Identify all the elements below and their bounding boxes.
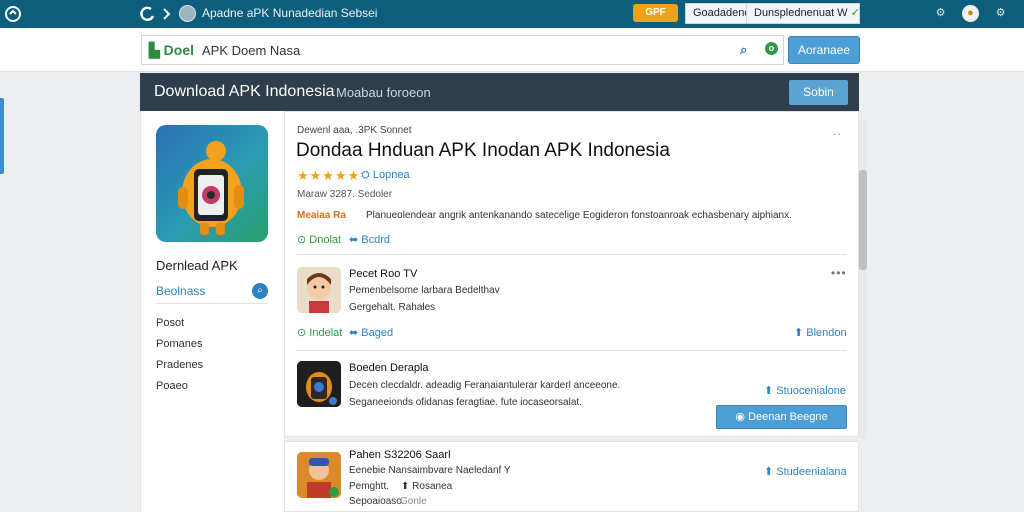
main-title: Dondaa Hnduan APK Inodan APK Indonesia [296,140,670,161]
install-link-label: Indelat [309,327,343,339]
divider [296,254,846,255]
list-item-link[interactable]: Gergehalt. Rahales [349,302,435,313]
status-badge[interactable]: GPF [633,4,678,22]
download-link[interactable]: ⊙ Dnolat [297,233,341,246]
rating-link-label: Lopnea [372,169,410,181]
more-options-icon[interactable]: .. [833,124,842,138]
page-title: Download APK Indonesia [154,83,335,100]
logo-mark-icon: ▙ [149,42,160,58]
list-item-link[interactable]: ⬆ Rosanea [401,481,452,492]
app-icon-image[interactable] [156,125,268,242]
download-circle-icon: ◉ [735,411,746,423]
install-link[interactable]: ⊙ Indelat [297,326,342,339]
link-arrow-icon: ⬆ [401,481,410,492]
download-icon: ⊙ [297,234,307,246]
list-item-thumbnail[interactable] [297,361,341,407]
forward-icon[interactable] [157,5,175,23]
list-item-meta: Gonle [400,496,427,507]
options-icon[interactable]: ⚙ [992,5,1009,22]
download-button[interactable]: ◉ Deenan Beegne [716,405,847,429]
description-text: Planueolendear angrik antenkanando satec… [366,210,792,221]
back-icon[interactable] [139,5,157,23]
share-link[interactable]: ⬌ Baged [349,326,393,339]
divider [296,350,846,351]
list-item-thumbnail[interactable] [297,267,341,313]
list-item-title: Pecet Roo TV [349,268,418,280]
download-link-label: Studeenialana [776,466,847,478]
check-icon: ✓ [850,7,860,19]
sidebar-item-1[interactable]: Posot [156,317,184,329]
list-item-text: Pemenbelsome larbara Bedelthav [349,285,500,296]
site-logo[interactable]: ▙ Doel [149,42,194,59]
page-subtitle: Moabau foroeon [336,85,431,100]
rating-stars: ★★★★★ [297,168,361,183]
header-button[interactable]: Sobin [789,80,848,105]
share-icon: ⬌ [349,327,359,339]
app-meta: Maraw 3287. Sedoler [297,189,393,200]
site-avatar [179,5,196,22]
download-link-label: Dnolat [309,234,342,246]
download-link-label: Stuocenialone [776,385,847,397]
sidebar-search-icon[interactable]: ⌕ [252,283,268,299]
sidebar-title: Dernlead APK [156,258,238,273]
list-item-thumbnail[interactable] [297,452,341,498]
search-icon[interactable]: ⌕ [740,42,747,58]
sidebar-item-4[interactable]: Poaeo [156,380,188,392]
download-link-label: Blendon [806,327,847,339]
rating-link[interactable]: ⛭ Lopnea [361,169,410,182]
description-tag: Meaiaa Ra [297,210,346,221]
download-arrow-icon: ⬆ [764,385,774,397]
share-icon: ⬌ [349,234,359,246]
list-item-text: Decen clecdaldr. adeadig Feranaiantulera… [349,380,621,391]
download-link[interactable]: ⬆ Stuocenialone [764,384,846,397]
list-item-text: Sepoaioaso [349,496,402,507]
download-link[interactable]: ⬆ Studeenialana [764,465,847,478]
side-scroll-marker[interactable] [0,98,4,174]
scrollbar-thumb[interactable] [859,170,867,270]
settings-icon[interactable]: ⚙ [932,5,949,22]
list-item-text: Seganeeionds ofidanas feragtiae. fute io… [349,397,582,408]
sidebar-divider [156,303,268,304]
list-item-link-label: Rosanea [412,481,453,492]
download-link[interactable]: ⬆ Blendon [794,326,847,339]
download-arrow-icon: ⬆ [764,466,774,478]
search-input[interactable] [196,38,726,62]
more-options-icon[interactable]: ••• [831,266,847,280]
search-submit-button[interactable]: Aoranaee [788,36,860,64]
list-item-title: Pahen S32206 Saarl [349,449,451,461]
scrollbar-track[interactable] [859,120,867,438]
voice-search-icon[interactable]: o [765,42,778,55]
share-link-label: Baged [361,327,394,339]
brand-name: Doel [163,42,195,58]
topbar-button-2-label: Dunsplednenuat W [754,7,848,19]
breadcrumb: Dewenl aaa, .3PK Sonnet [297,125,412,136]
app-menu-icon[interactable] [4,5,22,23]
topbar-button-2[interactable]: Dunsplednenuat W ✓ [746,3,860,24]
download-button-label: Deenan Beegne [748,411,828,423]
list-item-text: Pemghtt. [349,481,390,492]
download-icon: ⊙ [297,327,307,339]
info-icon: ⛭ [361,169,370,181]
account-icon[interactable]: ● [962,5,979,22]
list-item-title: Boeden Derapla [349,362,429,374]
sidebar-item-2[interactable]: Pomanes [156,338,202,350]
share-link[interactable]: ⬌ Bcdrd [349,233,390,246]
share-link-label: Bcdrd [361,234,391,246]
download-arrow-icon: ⬆ [794,327,804,339]
sidebar-item-active[interactable]: Beolnass [156,284,205,298]
browser-title: Apadne aPK Nunadedian Sebsei [202,6,378,20]
list-item-text: Eenebie Nansaimbvare Naeledanf Y [349,465,511,476]
sidebar-item-3[interactable]: Pradenes [156,359,203,371]
